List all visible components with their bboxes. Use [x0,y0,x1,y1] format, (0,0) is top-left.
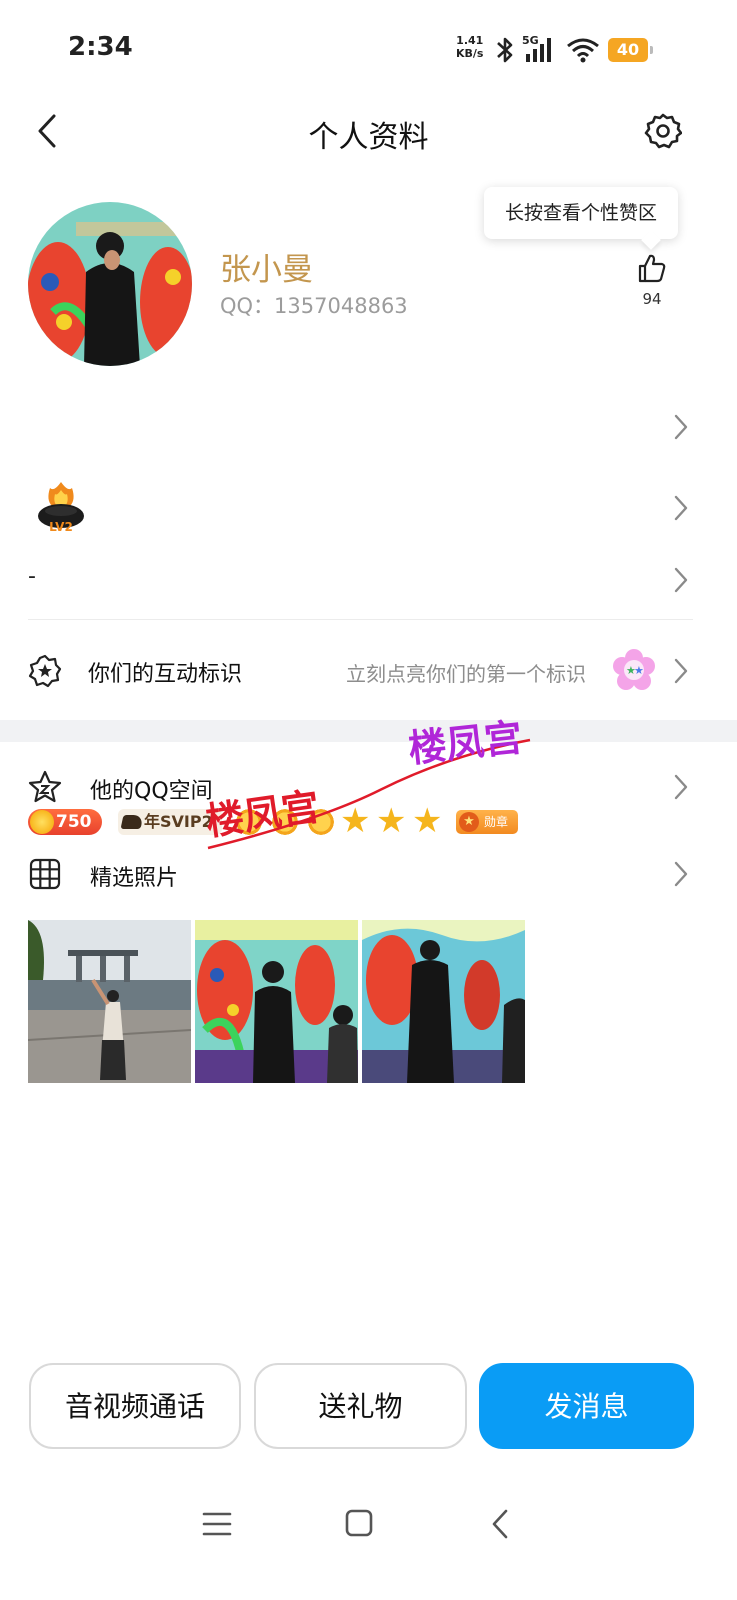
chevron-right-icon [674,495,688,521]
grid-icon [29,858,61,890]
signature-text: - [28,564,36,589]
send-gift-button[interactable]: 送礼物 [254,1363,467,1449]
interaction-mark-hint: 立刻点亮你们的第一个标识 [346,662,586,686]
like-tooltip: 长按查看个性赞区 [484,187,678,239]
thumbs-up-icon [638,254,666,283]
wifi-icon [567,38,599,63]
battery-indicator: 40 [608,38,653,62]
svg-text:★: ★ [634,664,644,677]
network-type-label: 5G [522,34,539,47]
qzone-row[interactable]: 他的QQ空间 [0,750,737,824]
network-speed: 1.41 KB/s [456,34,483,60]
status-time: 2:34 [68,32,133,62]
send-message-button[interactable]: 发消息 [479,1363,694,1449]
page-title: 个人资料 [308,120,429,155]
chevron-right-icon [674,567,688,593]
section-separator [0,720,737,742]
qzone-label: 他的QQ空间 [90,779,213,804]
recent-apps-button[interactable] [202,1510,232,1538]
home-button[interactable] [344,1508,374,1538]
badges-row[interactable]: 750 年SVIP2 ★ ★ ★ ★ 勋章 [0,395,737,838]
photo-thumbnail[interactable] [28,920,191,1083]
nickname: 张小曼 [220,252,313,288]
gear-icon [644,113,683,149]
chevron-right-icon [674,658,688,684]
divider [28,619,693,620]
signature-row[interactable] [0,550,737,610]
badge-star-icon [28,654,62,688]
video-call-button[interactable]: 音视频通话 [29,1363,241,1449]
qq-number: QQ：1357048863 [220,294,408,318]
level-row[interactable] [0,470,737,546]
bluetooth-icon [497,37,513,63]
featured-photos-row[interactable]: 精选照片 [0,838,737,910]
qzone-star-icon [28,770,62,803]
flower-mark-icon: ★ ★ [613,649,655,690]
system-navigation-bar [0,1490,737,1560]
system-back-button[interactable] [490,1508,510,1540]
photo-thumbnail[interactable] [362,920,525,1083]
status-bar: 2:34 1.41 KB/s 5G 40 [0,0,737,100]
avatar[interactable] [28,202,192,366]
network-speed-value: 1.41 [456,34,484,47]
level-badge-icon: LV2 [38,482,84,534]
settings-button[interactable] [644,112,683,150]
network-speed-unit: KB/s [456,47,484,60]
photo-thumbnail[interactable] [195,920,358,1083]
chevron-right-icon [674,774,688,800]
avatar-image [28,202,192,366]
like-count: 94 [642,290,662,308]
chevron-right-icon [674,414,688,440]
level-label: LV2 [49,520,73,534]
featured-photos-label: 精选照片 [90,866,179,891]
interaction-mark-label: 你们的互动标识 [88,662,243,687]
photo-grid [28,920,525,1083]
cellular-signal-icon: 5G [522,34,551,62]
chevron-right-icon [674,861,688,887]
